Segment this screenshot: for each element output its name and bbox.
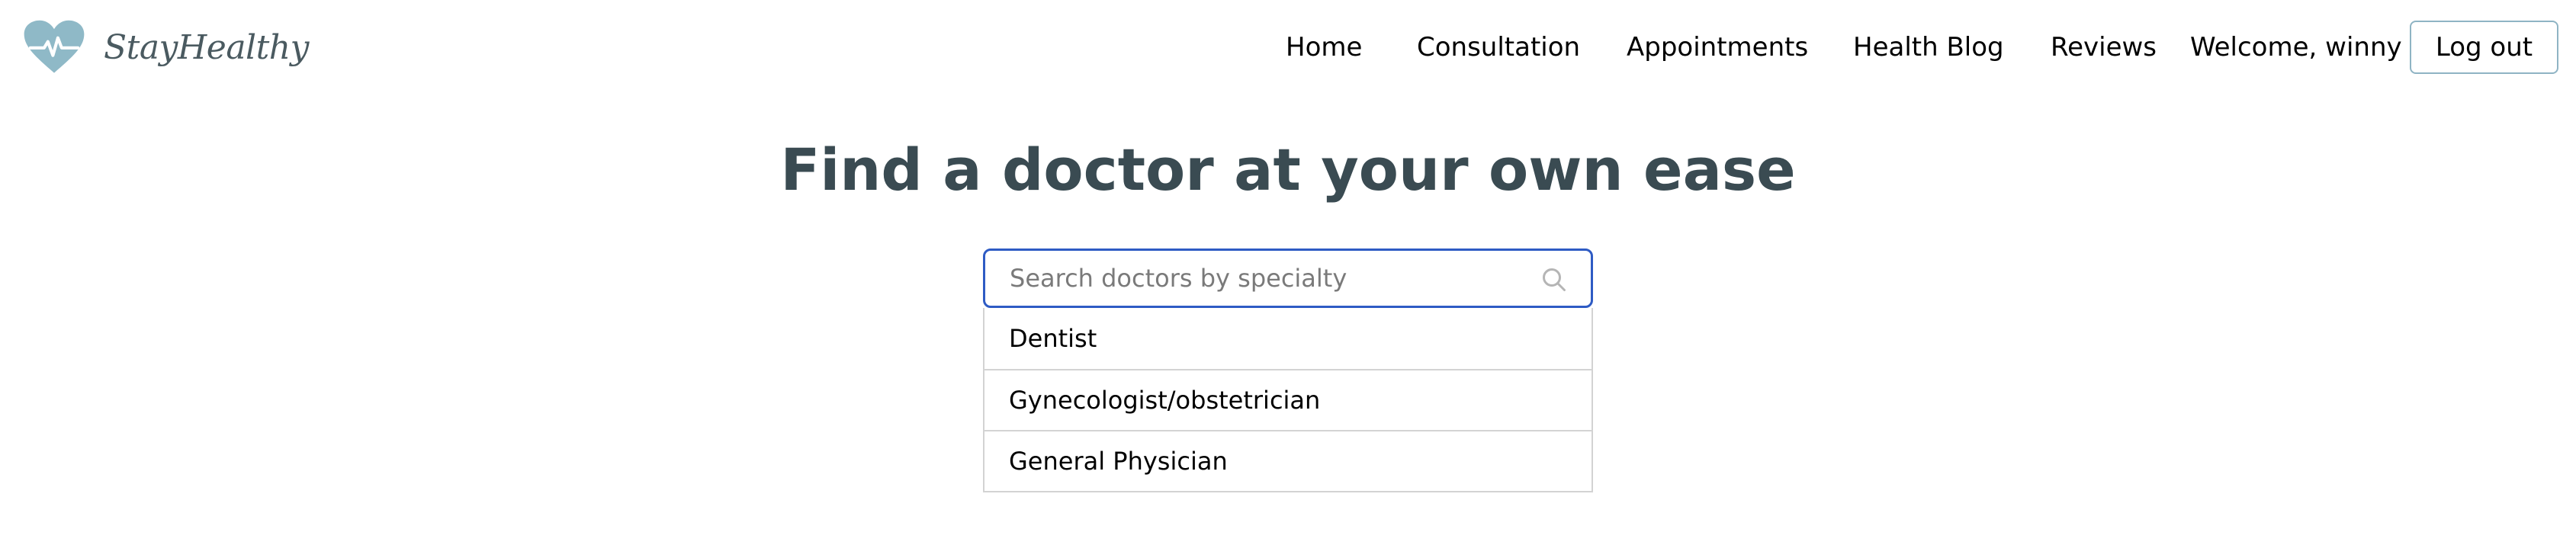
nav-link-consultation[interactable]: Consultation xyxy=(1417,32,1580,63)
welcome-text: Welcome, winny xyxy=(2190,32,2402,63)
nav-link-appointments[interactable]: Appointments xyxy=(1627,32,1808,63)
suggestion-dentist[interactable]: Dentist xyxy=(984,308,1592,369)
suggestions-dropdown: Dentist Gynecologist/obstetrician Genera… xyxy=(983,308,1593,492)
suggestion-general-physician[interactable]: General Physician xyxy=(984,430,1592,491)
nav-link-reviews[interactable]: Reviews xyxy=(2051,32,2157,63)
heart-pulse-icon xyxy=(24,20,85,73)
brand-logo[interactable]: StayHealthy xyxy=(23,17,310,78)
suggestion-gynecologist[interactable]: Gynecologist/obstetrician xyxy=(984,369,1592,430)
search-icon[interactable] xyxy=(1540,266,1568,293)
logout-button[interactable]: Log out xyxy=(2410,21,2558,74)
top-navbar: StayHealthy Home Consultation Appointmen… xyxy=(0,0,2576,95)
search-box xyxy=(983,249,1593,308)
search-container: Dentist Gynecologist/obstetrician Genera… xyxy=(983,249,1593,492)
page-title: Find a doctor at your own ease xyxy=(780,136,1796,204)
search-input[interactable] xyxy=(1008,251,1527,306)
nav-link-health-blog[interactable]: Health Blog xyxy=(1853,32,2004,63)
brand-name: StayHealthy xyxy=(104,27,310,67)
nav-link-home[interactable]: Home xyxy=(1286,32,1362,63)
